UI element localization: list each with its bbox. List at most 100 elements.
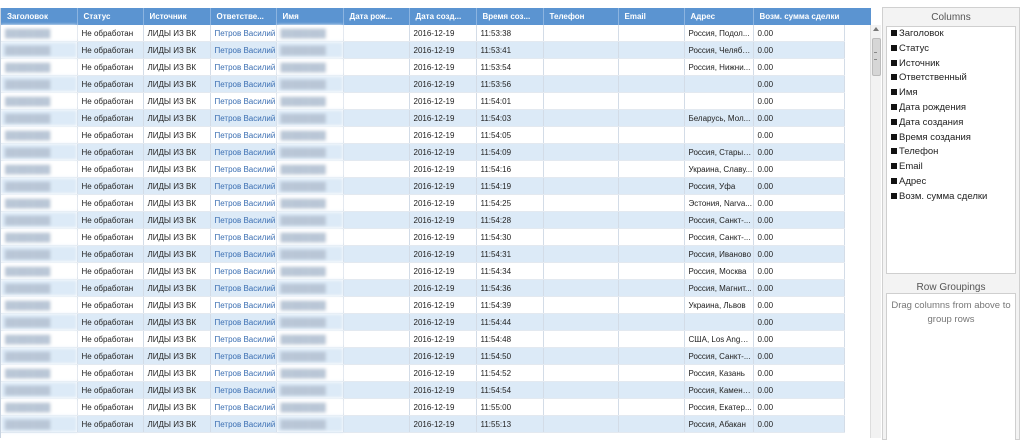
- table-cell[interactable]: Петров Василий: [210, 245, 277, 263]
- table-cell[interactable]: Не обработан: [77, 177, 144, 195]
- title-cell-redacted[interactable]: ████████: [1, 41, 78, 59]
- column-toggle-item[interactable]: Возм. сумма сделки: [887, 190, 1015, 205]
- checkbox-icon[interactable]: [891, 133, 897, 140]
- title-cell-redacted[interactable]: ████████: [1, 398, 78, 416]
- table-cell[interactable]: Петров Василий: [210, 381, 277, 399]
- title-cell-redacted[interactable]: ████████: [1, 381, 78, 399]
- column-header[interactable]: Время соз...: [476, 8, 544, 25]
- table-cell[interactable]: 2016-12-19: [409, 25, 477, 42]
- table-cell[interactable]: 11:54:34: [476, 262, 544, 280]
- table-cell[interactable]: Не обработан: [77, 296, 144, 314]
- table-cell[interactable]: 11:54:16: [476, 160, 544, 178]
- table-row[interactable]: ████████ Не обработан ЛИДЫ ИЗ ВК Петров Вас…: [1, 381, 845, 399]
- name-cell-redacted[interactable]: ████████: [276, 364, 344, 382]
- name-cell-redacted[interactable]: ████████: [276, 75, 344, 93]
- empty-cell[interactable]: [543, 58, 619, 76]
- table-cell[interactable]: Россия, Казань: [684, 364, 754, 382]
- table-cell[interactable]: ЛИДЫ ИЗ ВК: [143, 25, 211, 42]
- checkbox-icon[interactable]: [891, 192, 897, 199]
- table-cell[interactable]: 0.00: [753, 143, 845, 161]
- table-cell[interactable]: Не обработан: [77, 194, 144, 212]
- table-cell[interactable]: ЛИДЫ ИЗ ВК: [143, 347, 211, 365]
- table-cell[interactable]: 11:54:28: [476, 211, 544, 229]
- name-cell-redacted[interactable]: ████████: [276, 143, 344, 161]
- table-cell[interactable]: Не обработан: [77, 58, 144, 76]
- table-cell[interactable]: Эстония, Narva...: [684, 194, 754, 212]
- table-cell[interactable]: ЛИДЫ ИЗ ВК: [143, 398, 211, 416]
- table-cell[interactable]: ЛИДЫ ИЗ ВК: [143, 75, 211, 93]
- table-cell[interactable]: Беларусь, Мол...: [684, 109, 754, 127]
- name-cell-redacted[interactable]: ████████: [276, 177, 344, 195]
- table-cell[interactable]: 11:54:01: [476, 92, 544, 110]
- empty-cell[interactable]: [543, 347, 619, 365]
- column-header[interactable]: Заголовок: [1, 8, 78, 25]
- empty-cell[interactable]: [343, 143, 410, 161]
- empty-cell[interactable]: [343, 313, 410, 331]
- column-toggle-item[interactable]: Дата рождения: [887, 101, 1015, 116]
- table-cell[interactable]: 0.00: [753, 364, 845, 382]
- column-header[interactable]: Имя: [276, 8, 344, 25]
- table-cell[interactable]: Россия, Абакан: [684, 415, 754, 433]
- title-cell-redacted[interactable]: ████████: [1, 211, 78, 229]
- table-cell[interactable]: [684, 75, 754, 93]
- table-cell[interactable]: Петров Василий: [210, 177, 277, 195]
- empty-cell[interactable]: [543, 160, 619, 178]
- table-cell[interactable]: 2016-12-19: [409, 262, 477, 280]
- empty-cell[interactable]: [343, 245, 410, 263]
- table-cell[interactable]: Россия, Челяби...: [684, 41, 754, 59]
- table-cell[interactable]: Не обработан: [77, 364, 144, 382]
- table-cell[interactable]: ЛИДЫ ИЗ ВК: [143, 143, 211, 161]
- checkbox-icon[interactable]: [891, 148, 897, 155]
- table-cell[interactable]: Петров Василий: [210, 109, 277, 127]
- empty-cell[interactable]: [543, 92, 619, 110]
- table-cell[interactable]: 0.00: [753, 279, 845, 297]
- table-cell[interactable]: Россия, Нижни...: [684, 58, 754, 76]
- table-cell[interactable]: 11:54:05: [476, 126, 544, 144]
- title-cell-redacted[interactable]: ████████: [1, 364, 78, 382]
- table-cell[interactable]: [684, 313, 754, 331]
- table-row[interactable]: ████████ Не обработан ЛИДЫ ИЗ ВК Петров Вас…: [1, 126, 845, 144]
- name-cell-redacted[interactable]: ████████: [276, 381, 344, 399]
- table-cell[interactable]: Россия, Подол...: [684, 25, 754, 42]
- empty-cell[interactable]: [618, 143, 685, 161]
- table-row[interactable]: ████████ Не обработан ЛИДЫ ИЗ ВК Петров Вас…: [1, 313, 845, 331]
- table-cell[interactable]: 2016-12-19: [409, 330, 477, 348]
- table-cell[interactable]: 0.00: [753, 160, 845, 178]
- table-cell[interactable]: 2016-12-19: [409, 398, 477, 416]
- table-cell[interactable]: 11:54:52: [476, 364, 544, 382]
- column-toggle-item[interactable]: Статус: [887, 42, 1015, 57]
- name-cell-redacted[interactable]: ████████: [276, 296, 344, 314]
- table-row[interactable]: ████████ Не обработан ЛИДЫ ИЗ ВК Петров Вас…: [1, 211, 845, 229]
- empty-cell[interactable]: [543, 194, 619, 212]
- table-cell[interactable]: Не обработан: [77, 92, 144, 110]
- table-cell[interactable]: 11:53:56: [476, 75, 544, 93]
- table-cell[interactable]: 2016-12-19: [409, 313, 477, 331]
- title-cell-redacted[interactable]: ████████: [1, 228, 78, 246]
- table-row[interactable]: ████████ Не обработан ЛИДЫ ИЗ ВК Петров Вас…: [1, 194, 845, 212]
- table-cell[interactable]: Не обработан: [77, 211, 144, 229]
- empty-cell[interactable]: [618, 211, 685, 229]
- title-cell-redacted[interactable]: ████████: [1, 296, 78, 314]
- empty-cell[interactable]: [343, 347, 410, 365]
- table-cell[interactable]: 2016-12-19: [409, 211, 477, 229]
- table-cell[interactable]: 2016-12-19: [409, 126, 477, 144]
- table-cell[interactable]: 0.00: [753, 194, 845, 212]
- empty-cell[interactable]: [618, 347, 685, 365]
- table-row[interactable]: ████████ Не обработан ЛИДЫ ИЗ ВК Петров Вас…: [1, 41, 845, 59]
- table-cell[interactable]: Россия, Екатер...: [684, 398, 754, 416]
- table-cell[interactable]: Петров Василий: [210, 75, 277, 93]
- table-cell[interactable]: Петров Василий: [210, 228, 277, 246]
- empty-cell[interactable]: [343, 381, 410, 399]
- table-cell[interactable]: 0.00: [753, 58, 845, 76]
- table-cell[interactable]: 11:54:30: [476, 228, 544, 246]
- table-cell[interactable]: Петров Василий: [210, 347, 277, 365]
- empty-cell[interactable]: [343, 228, 410, 246]
- empty-cell[interactable]: [543, 75, 619, 93]
- table-cell[interactable]: 0.00: [753, 25, 845, 42]
- empty-cell[interactable]: [343, 194, 410, 212]
- empty-cell[interactable]: [543, 245, 619, 263]
- empty-cell[interactable]: [618, 58, 685, 76]
- empty-cell[interactable]: [343, 126, 410, 144]
- table-cell[interactable]: Не обработан: [77, 398, 144, 416]
- empty-cell[interactable]: [618, 279, 685, 297]
